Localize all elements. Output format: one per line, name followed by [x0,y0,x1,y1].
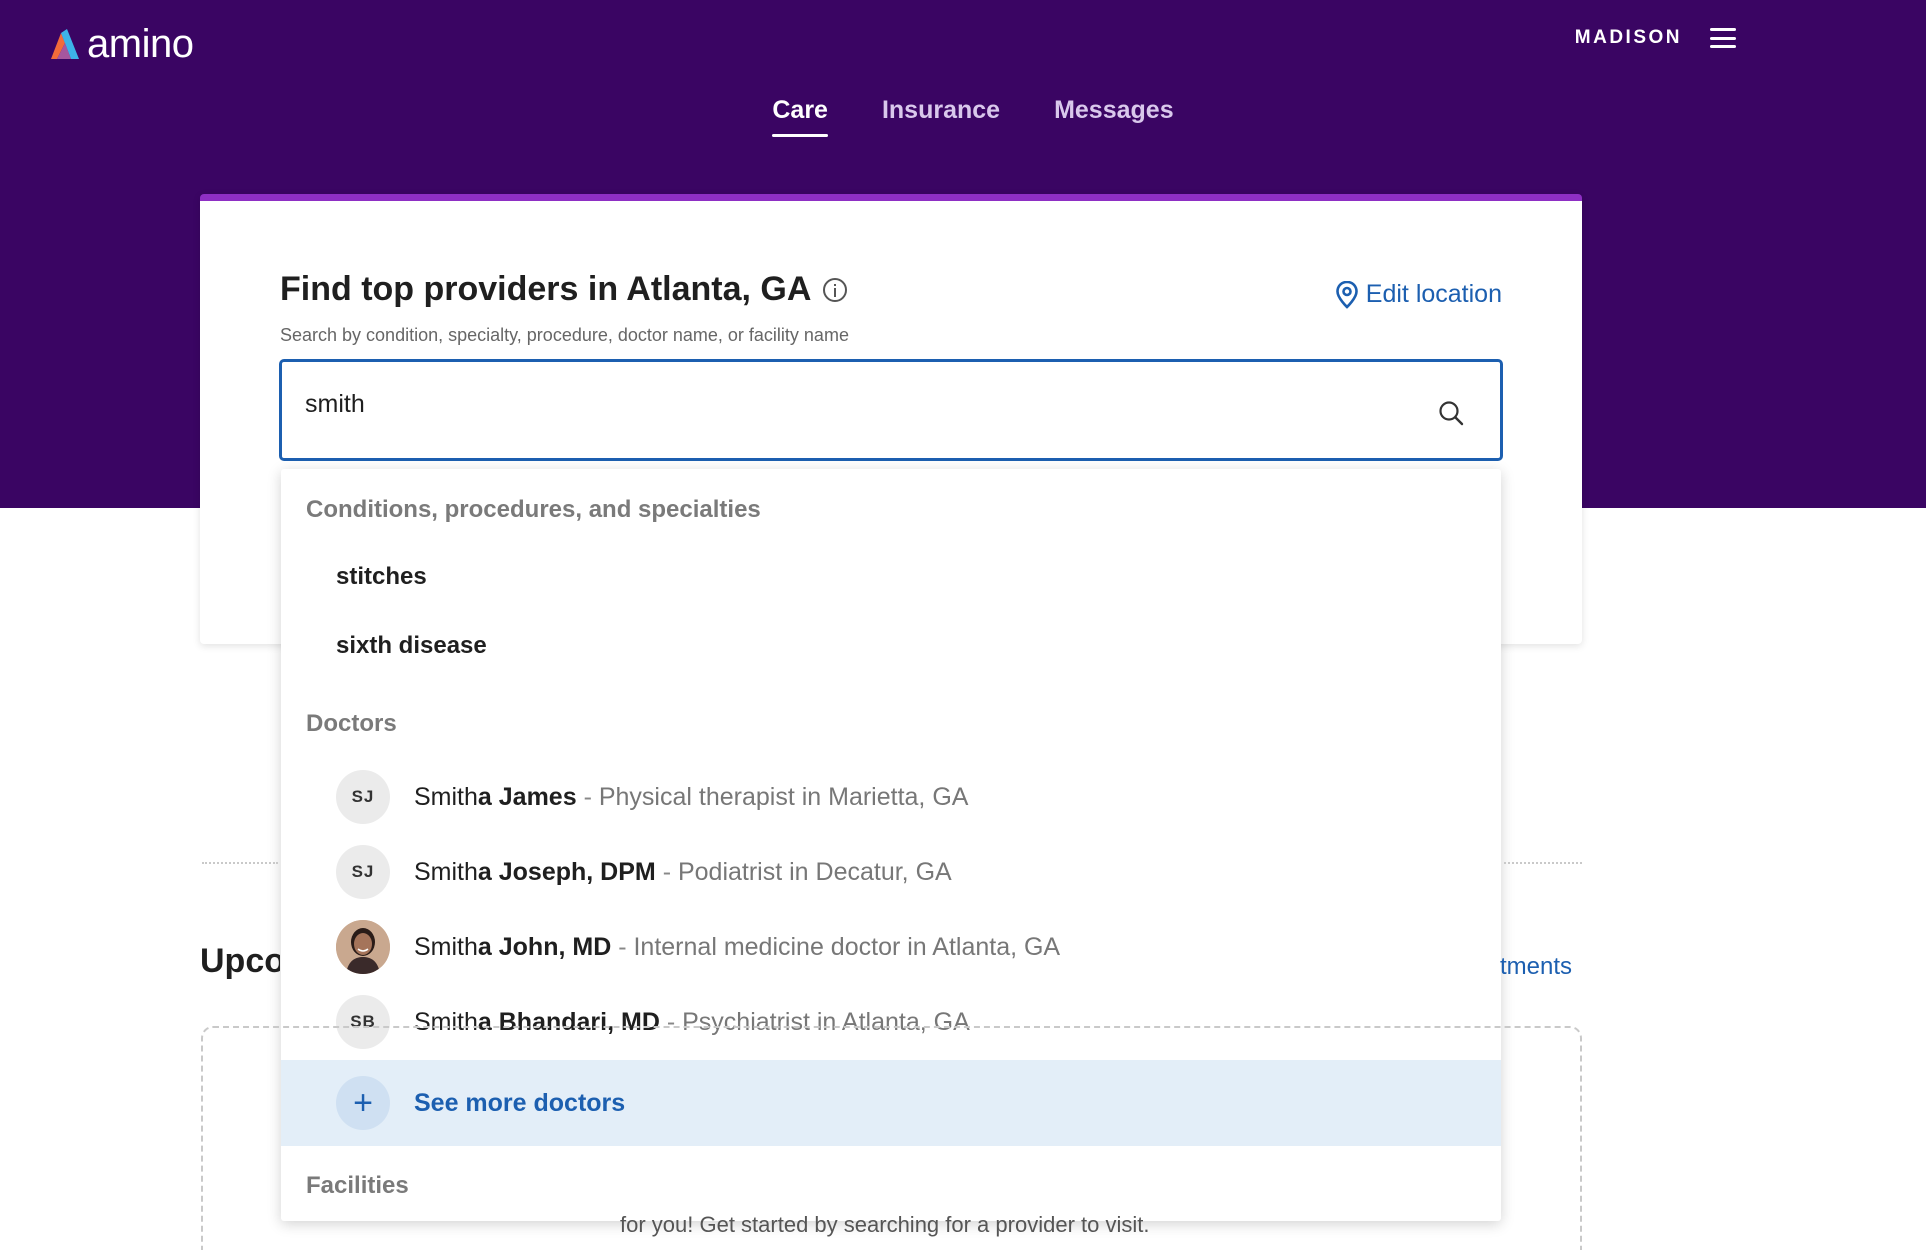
doctor-suggestion[interactable]: SJ Smitha Joseph, DPM - Podiatrist in De… [281,839,1501,905]
divider [1504,862,1582,864]
doctor-name: a James [477,782,577,811]
doctor-suggestion[interactable]: SJ Smitha James - Physical therapist in … [281,764,1501,830]
logo-text: amino [87,22,194,66]
doctor-specialty: Podiatrist in Decatur, GA [677,857,952,886]
tab-insurance[interactable]: Insurance [882,96,1000,137]
info-icon[interactable] [823,277,848,302]
user-name[interactable]: MADISON [1575,27,1682,49]
user-area: MADISON [1575,26,1736,50]
upcoming-heading: Upco [200,942,280,980]
divider [202,862,278,864]
doctors-heading: Doctors [306,710,397,737]
search-card-header: Find top providers in Atlanta, GA [280,270,848,309]
amino-logo[interactable]: amino [49,22,194,66]
doctor-name: a John, MD [477,932,612,961]
doctor-text: Smitha James - Physical therapist in Mar… [414,783,968,812]
doctor-specialty: Internal medicine doctor in Atlanta, GA [633,932,1061,961]
doctor-text: Smitha John, MD - Internal medicine doct… [414,933,1060,962]
doctor-suggestion[interactable]: Smitha John, MD - Internal medicine doct… [281,914,1501,980]
search-field[interactable] [279,359,1503,461]
suggestion-condition[interactable]: stitches [336,563,427,591]
tab-care[interactable]: Care [772,96,828,137]
doctor-specialty: Physical therapist in Marietta, GA [598,782,969,811]
doctor-name: a Joseph, DPM [477,857,656,886]
search-input[interactable] [305,390,1405,419]
menu-bar [1710,28,1736,31]
empty-state-text: for you! Get started by searching for a … [620,1212,1150,1237]
separator: - [618,932,627,961]
tab-messages[interactable]: Messages [1054,96,1174,137]
hamburger-menu-icon[interactable] [1710,26,1736,50]
conditions-heading: Conditions, procedures, and specialties [306,496,761,523]
main-tabs: Care Insurance Messages [0,96,1926,137]
separator: - [583,782,592,811]
search-hint: Search by condition, specialty, procedur… [280,325,849,345]
match-text: Smith [414,932,478,961]
amino-logo-icon [51,29,79,59]
menu-bar [1710,36,1736,40]
appointments-link[interactable]: tments [1500,953,1582,981]
doctor-photo [336,920,390,974]
match-text: Smith [414,782,478,811]
avatar: SJ [336,770,390,824]
location-pin-icon [1335,280,1358,309]
edit-location-label: Edit location [1365,280,1502,308]
page-title: Find top providers in Atlanta, GA [280,270,812,308]
search-icon[interactable] [1438,400,1464,426]
avatar: SJ [336,845,390,899]
suggestion-condition[interactable]: sixth disease [336,632,487,660]
separator: - [662,857,672,886]
person-photo-icon [336,920,390,974]
doctor-text: Smitha Joseph, DPM - Podiatrist in Decat… [414,858,952,887]
menu-bar [1710,45,1736,48]
match-text: Smith [414,857,478,886]
edit-location-link[interactable]: Edit location [1335,280,1502,309]
